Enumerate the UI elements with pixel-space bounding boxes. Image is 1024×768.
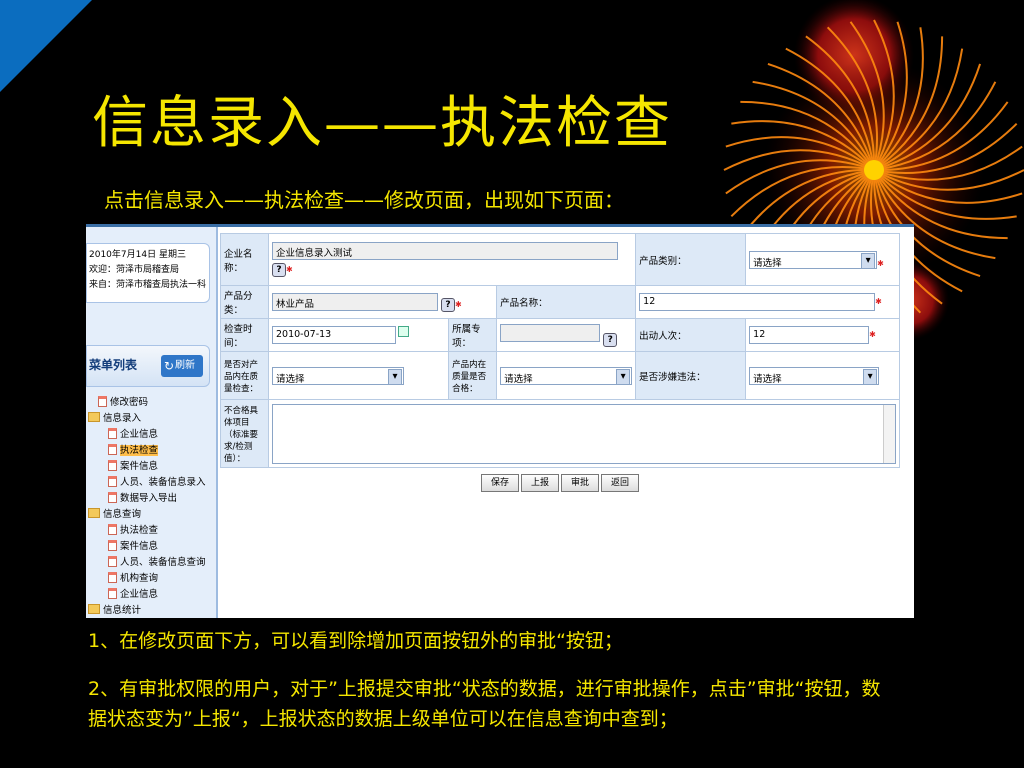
required-mark: ✱ [286, 265, 293, 274]
tree-item[interactable]: 执法检查 [88, 523, 214, 539]
tree-item[interactable]: 数据导入导出 [88, 491, 214, 507]
tree-item-label: 修改密码 [110, 397, 149, 408]
tree-item-label: 人员、装备信息查询 [120, 557, 206, 568]
tree-item[interactable]: 人员、装备信息录入 [88, 475, 214, 491]
tree-item[interactable]: 执法检查 [88, 443, 214, 459]
check-time-label: 检查时间： [220, 318, 269, 352]
tree-item[interactable]: 案件信息 [88, 539, 214, 555]
tree-item-label: 案件信息 [120, 461, 159, 472]
product-class-label: 产品分类： [220, 285, 269, 319]
tree-item[interactable]: 机构查询 [88, 571, 214, 587]
tree-item[interactable]: 企业信息 [88, 587, 214, 603]
quality-ok-label: 产品内在质量是否合格： [448, 351, 498, 400]
quality-check-label: 是否对产品内在质量检查： [220, 351, 269, 400]
product-class-field[interactable]: 林业产品 [272, 292, 438, 311]
user-date: 2010年7月14日 星期三 [89, 250, 186, 260]
page-icon [108, 460, 117, 471]
help-icon[interactable]: ? [441, 297, 456, 312]
tree-item-label: 企业信息 [120, 429, 159, 440]
approve-button[interactable]: 审批 [561, 474, 599, 492]
page-icon [108, 428, 117, 439]
page-icon [108, 492, 117, 503]
staff-count-field[interactable]: 12 [749, 326, 870, 344]
edit-form: 企业名称： 企业信息录入测试 ?✱ 产品类别： 请选择✱ 产品分类： 林业产品 … [220, 233, 900, 492]
product-category-select[interactable]: 请选择 [749, 250, 878, 269]
tree-item-label: 机构查询 [120, 573, 159, 584]
calendar-icon[interactable] [398, 326, 409, 337]
tree-item[interactable]: 修改密码 [88, 395, 214, 411]
save-button[interactable]: 保存 [481, 474, 519, 492]
sidebar: 2010年7月14日 星期三 欢迎：菏泽市局稽查局 来自：菏泽市稽查局执法一科 … [86, 227, 218, 618]
product-category-label: 产品类别： [635, 233, 747, 286]
slide-subtitle: 点击信息录入——执法检查——修改页面，出现如下页面： [104, 188, 624, 212]
menu-tree: 修改密码 信息录入 企业信息 执法检查 案件信息 人员、装备信息录入 数据导入导出 信息查询执… [88, 395, 214, 618]
tree-item-label: 数据导入导出 [120, 493, 178, 504]
company-name-field[interactable]: 企业信息录入测试 [272, 242, 618, 260]
report-button[interactable]: 上报 [521, 474, 559, 492]
app-screenshot: 2010年7月14日 星期三 欢迎：菏泽市局稽查局 来自：菏泽市稽查局执法一科 … [86, 224, 914, 618]
quality-check-select[interactable]: 请选择 [272, 366, 404, 385]
folder-icon [88, 508, 100, 518]
textarea-scrollbar[interactable] [883, 404, 895, 463]
company-name-label: 企业名称： [220, 233, 269, 286]
page-icon [98, 396, 107, 407]
tree-item-label: 人员、装备信息录入 [120, 477, 206, 488]
menu-header: 菜单列表 刷新 [86, 345, 210, 387]
tree-item-label: 信息查询 [103, 509, 142, 520]
tree-item-label: 案件信息 [120, 541, 159, 552]
refresh-button[interactable]: 刷新 [161, 355, 203, 377]
product-name-label: 产品名称： [496, 285, 637, 319]
help-icon[interactable]: ? [603, 332, 618, 347]
tree-item[interactable]: 企业信息 [88, 427, 214, 443]
page-icon [108, 588, 117, 599]
tree-item-label: 执法检查 [120, 445, 159, 456]
quality-ok-select[interactable]: 请选择 [500, 366, 633, 385]
note-1: 1、在修改页面下方，可以看到除增加页面按钮外的审批“按钮； [88, 630, 623, 652]
tree-folder[interactable]: 信息录入 [88, 411, 214, 427]
user-origin: 来自：菏泽市稽查局执法一科 [89, 280, 207, 290]
tree-item[interactable]: 案件信息 [88, 459, 214, 475]
corner-accent [0, 0, 92, 92]
nonconform-textarea[interactable] [272, 403, 896, 464]
button-row: 保存 上报 审批 返回 [220, 474, 900, 492]
page-icon [108, 556, 117, 567]
product-name-field[interactable]: 12 [639, 293, 876, 311]
slide-title: 信息录入——执法检查 [92, 91, 672, 156]
tree-folder[interactable]: 信息查询 [88, 507, 214, 523]
page-icon [108, 572, 117, 583]
page-icon [108, 524, 117, 535]
user-info-box: 2010年7月14日 星期三 欢迎：菏泽市局稽查局 来自：菏泽市稽查局执法一科 [86, 243, 210, 303]
note-2: 2、有审批权限的用户，对于”上报提交审批“状态的数据，进行审批操作，点击”审批“… [88, 678, 881, 730]
nonconform-label: 不合格具体项目（标准要求/检测值）： [220, 399, 269, 468]
folder-icon [88, 604, 100, 614]
folder-icon [88, 412, 100, 422]
menu-title: 菜单列表 [89, 358, 138, 372]
tree-item-label: 信息录入 [103, 413, 142, 424]
illegal-select[interactable]: 请选择 [749, 366, 880, 385]
page-icon [108, 476, 117, 487]
tree-folder[interactable]: 信息统计 [88, 603, 214, 618]
help-icon[interactable]: ? [272, 263, 286, 277]
page-icon [108, 540, 117, 551]
staff-count-label: 出动人次： [635, 318, 747, 352]
user-welcome: 欢迎：菏泽市局稽查局 [89, 265, 180, 275]
tree-item-label: 企业信息 [120, 589, 159, 600]
tree-item-label: 执法检查 [120, 525, 159, 536]
illegal-label: 是否涉嫌违法： [635, 351, 747, 400]
tree-item-label: 信息统计 [103, 605, 142, 616]
page-icon [108, 444, 117, 455]
back-button[interactable]: 返回 [601, 474, 639, 492]
special-label: 所属专项： [448, 318, 498, 352]
tree-item[interactable]: 人员、装备信息查询 [88, 555, 214, 571]
check-time-field[interactable]: 2010-07-13 [272, 326, 396, 344]
special-field[interactable] [500, 323, 601, 342]
